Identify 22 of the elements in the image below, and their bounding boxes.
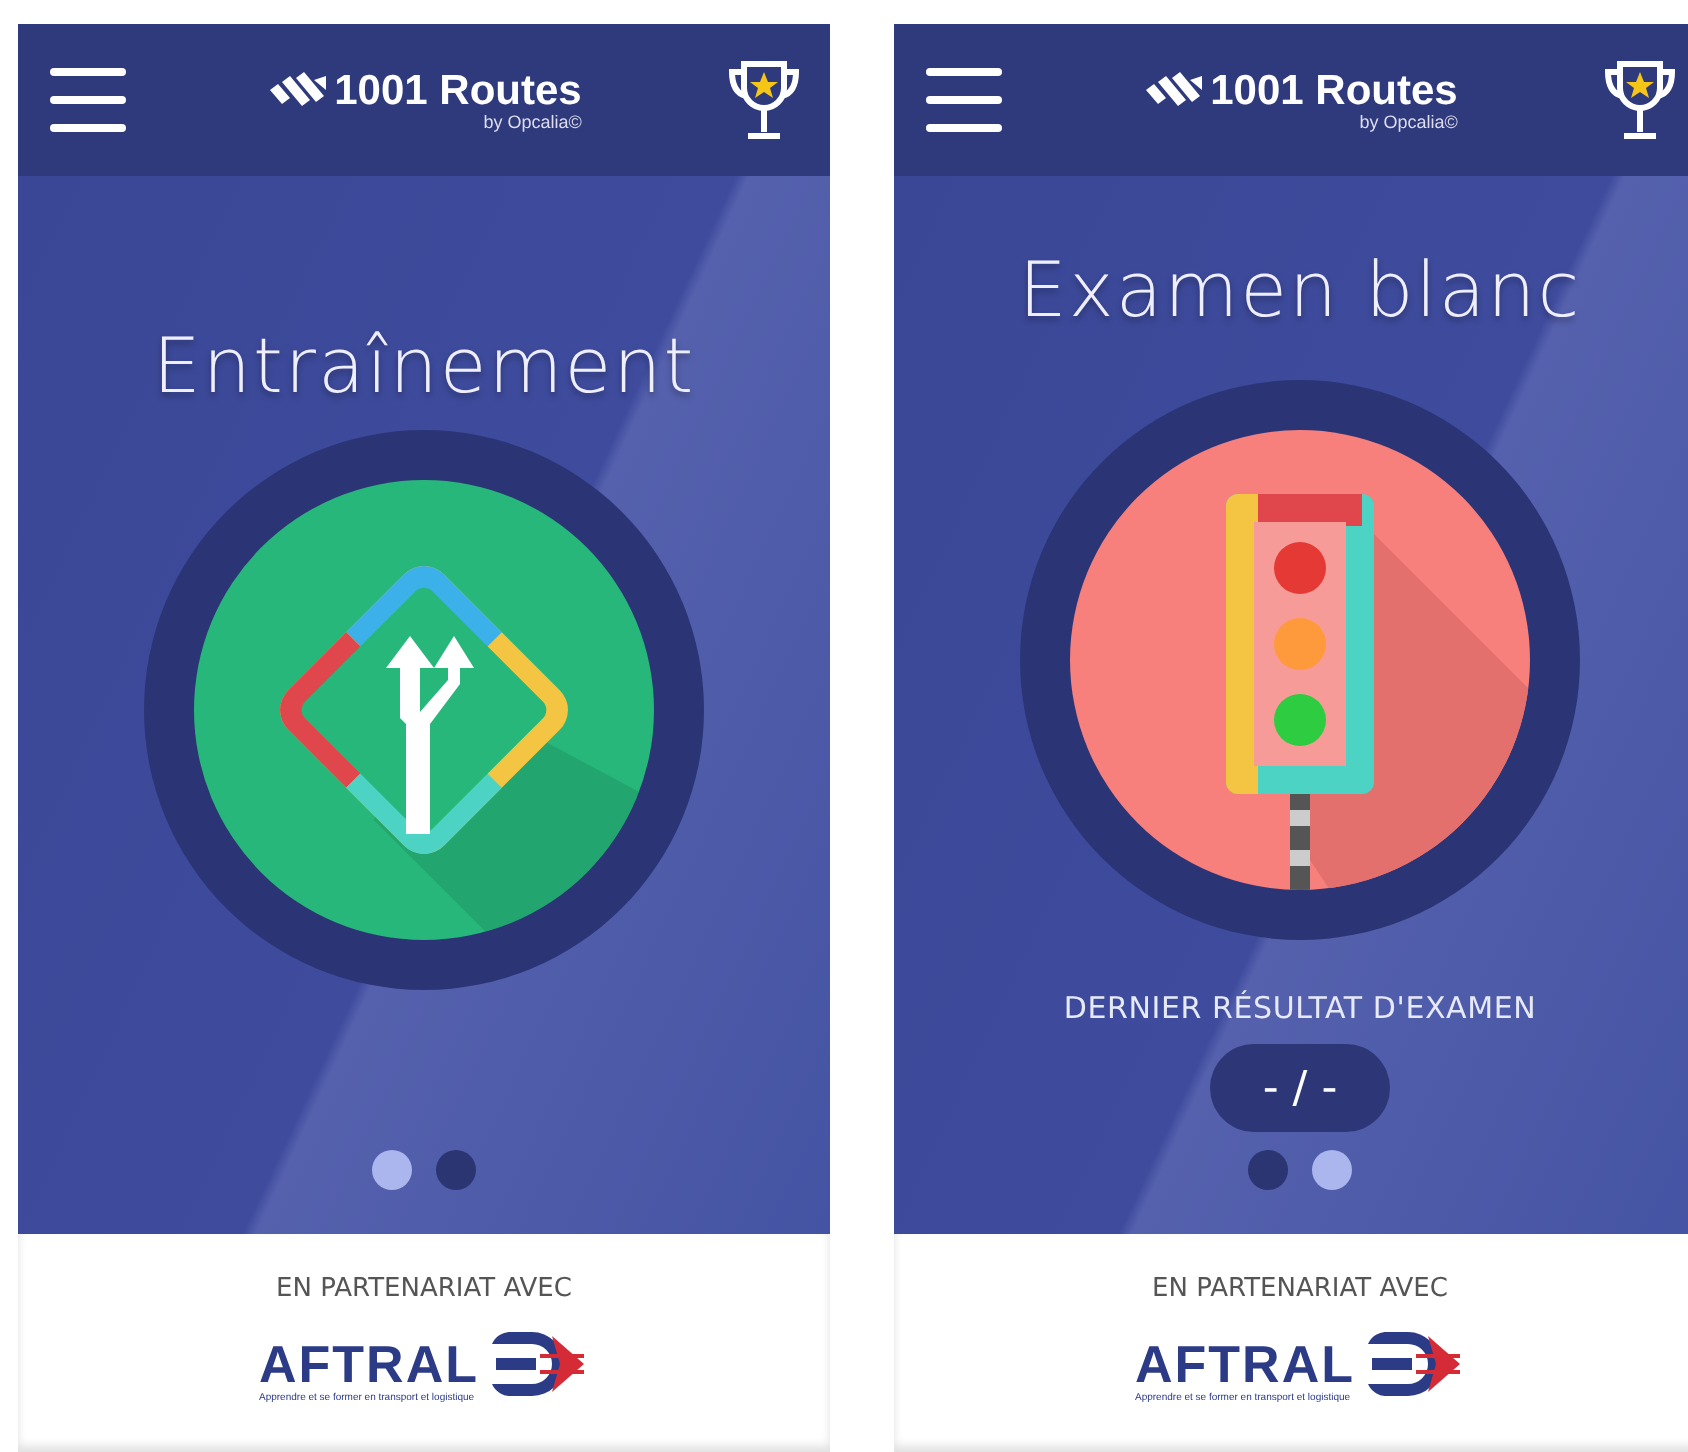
result-label: DERNIER RÉSULTAT D'EXAMEN — [1063, 988, 1537, 1028]
menu-icon[interactable] — [50, 62, 126, 138]
partner-label: EN PARTENARIAT AVEC — [1152, 1274, 1448, 1304]
app-subtitle: by Opcalia© — [1359, 112, 1458, 132]
app-subtitle: by Opcalia© — [483, 112, 582, 132]
app-name: 1001 Routes — [1210, 68, 1458, 115]
logo-icon — [270, 72, 331, 112]
page-dot[interactable] — [1248, 1150, 1288, 1190]
partner-logo-name: AFTRAL — [259, 1338, 479, 1390]
trophy-icon[interactable] — [725, 58, 802, 142]
result-score: - / - — [1210, 1044, 1390, 1132]
partner-logo-name: AFTRAL — [1135, 1338, 1355, 1390]
page-dot[interactable] — [372, 1150, 412, 1190]
partner-label: EN PARTENARIAT AVEC — [276, 1274, 572, 1304]
slide-title: Entraînement — [152, 320, 696, 414]
app-name: 1001 Routes — [334, 68, 582, 115]
page-dot[interactable] — [1312, 1150, 1352, 1190]
trophy-icon[interactable] — [1601, 58, 1678, 142]
slide-title: Examen blanc — [1018, 244, 1582, 338]
menu-icon[interactable] — [926, 62, 1002, 138]
page-dot[interactable] — [436, 1150, 476, 1190]
logo-icon — [1146, 72, 1207, 112]
